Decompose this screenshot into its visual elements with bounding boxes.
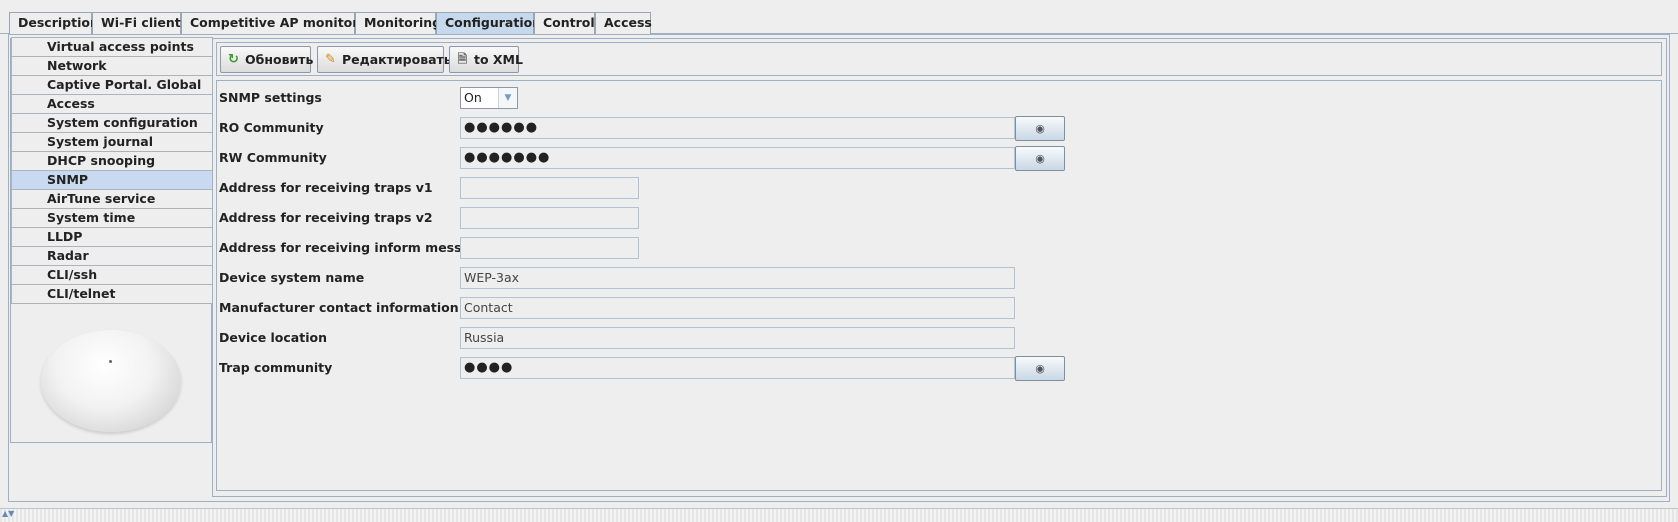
side-menu: Virtual access points Network Captive Po… <box>10 37 213 443</box>
contact-label: Manufacturer contact information <box>219 300 459 315</box>
tab-access[interactable]: Access <box>595 12 652 34</box>
snmp-settings-value: On <box>464 90 482 105</box>
refresh-button[interactable]: ↻ Обновить <box>220 46 314 73</box>
menu-item-system-configuration[interactable]: System configuration <box>11 113 213 133</box>
menu-item-cli-ssh[interactable]: CLI/ssh <box>11 265 213 285</box>
tab-description[interactable]: Description <box>9 12 99 34</box>
location-field[interactable]: Russia <box>460 327 1015 349</box>
document-icon: 🗎 <box>457 52 468 66</box>
to-xml-button[interactable]: 🗎 to XML <box>449 46 523 73</box>
tab-bar: Description Wi-Fi clients Competitive AP… <box>0 0 1678 35</box>
snmp-settings-label: SNMP settings <box>219 90 322 105</box>
eye-icon: ◉ <box>1035 362 1045 375</box>
system-name-label: Device system name <box>219 270 365 285</box>
refresh-button-label: Обновить <box>245 52 314 67</box>
system-name-field[interactable]: WEP-3ax <box>460 267 1015 289</box>
trap-community-field[interactable]: ●●●● <box>460 357 1015 379</box>
pencil-icon: ✎ <box>325 52 336 67</box>
device-image <box>41 330 181 432</box>
eye-icon: ◉ <box>1035 152 1045 165</box>
menu-item-access[interactable]: Access <box>11 94 213 114</box>
tab-configuration[interactable]: Configuration <box>436 12 541 35</box>
tab-control[interactable]: Control <box>534 12 595 34</box>
ro-community-label: RO Community <box>219 120 324 135</box>
refresh-icon: ↻ <box>228 52 239 67</box>
edit-button[interactable]: ✎ Редактировать <box>317 46 452 73</box>
device-led <box>109 360 112 363</box>
edit-button-label: Редактировать <box>342 52 452 67</box>
tab-competitive-ap-monitoring[interactable]: Competitive AP monitoring <box>181 12 381 34</box>
chevron-down-icon[interactable]: ▼ <box>498 88 517 108</box>
traps-v1-field[interactable] <box>460 177 639 199</box>
traps-v2-label: Address for receiving traps v2 <box>219 210 433 225</box>
trap-community-show-button[interactable]: ◉ <box>1015 356 1065 381</box>
trap-community-label: Trap community <box>219 360 333 375</box>
menu-item-cli-telnet[interactable]: CLI/telnet <box>11 284 213 304</box>
location-label: Device location <box>219 330 327 345</box>
menu-item-system-time[interactable]: System time <box>11 208 213 228</box>
tab-monitoring[interactable]: Monitoring <box>355 12 441 34</box>
split-pane-divider[interactable] <box>0 508 1678 522</box>
menu-item-lldp[interactable]: LLDP <box>11 227 213 247</box>
tab-wifi-clients[interactable]: Wi-Fi clients <box>92 12 188 34</box>
inform-field[interactable] <box>460 237 639 259</box>
menu-item-network[interactable]: Network <box>11 56 213 76</box>
eye-icon: ◉ <box>1035 122 1045 135</box>
menu-item-virtual-access-points[interactable]: Virtual access points <box>11 37 213 57</box>
menu-item-dhcp-snooping[interactable]: DHCP snooping <box>11 151 213 171</box>
menu-item-snmp[interactable]: SNMP <box>11 170 213 190</box>
ro-community-show-button[interactable]: ◉ <box>1015 116 1065 141</box>
ro-community-field[interactable]: ●●●●●● <box>460 117 1015 139</box>
traps-v1-label: Address for receiving traps v1 <box>219 180 433 195</box>
menu-item-radar[interactable]: Radar <box>11 246 213 266</box>
menu-item-system-journal[interactable]: System journal <box>11 132 213 152</box>
rw-community-label: RW Community <box>219 150 327 165</box>
inform-label: Address for receiving inform messages <box>219 240 495 255</box>
snmp-settings-select[interactable]: On ▼ <box>460 87 518 109</box>
contact-field[interactable]: Contact <box>460 297 1015 319</box>
to-xml-button-label: to XML <box>474 52 523 67</box>
menu-item-airtune-service[interactable]: AirTune service <box>11 189 213 209</box>
menu-item-captive-portal-global[interactable]: Captive Portal. Global <box>11 75 213 95</box>
rw-community-show-button[interactable]: ◉ <box>1015 146 1065 171</box>
collapse-arrows-icon[interactable]: ▲▼ <box>2 509 14 519</box>
rw-community-field[interactable]: ●●●●●●● <box>460 147 1015 169</box>
traps-v2-field[interactable] <box>460 207 639 229</box>
